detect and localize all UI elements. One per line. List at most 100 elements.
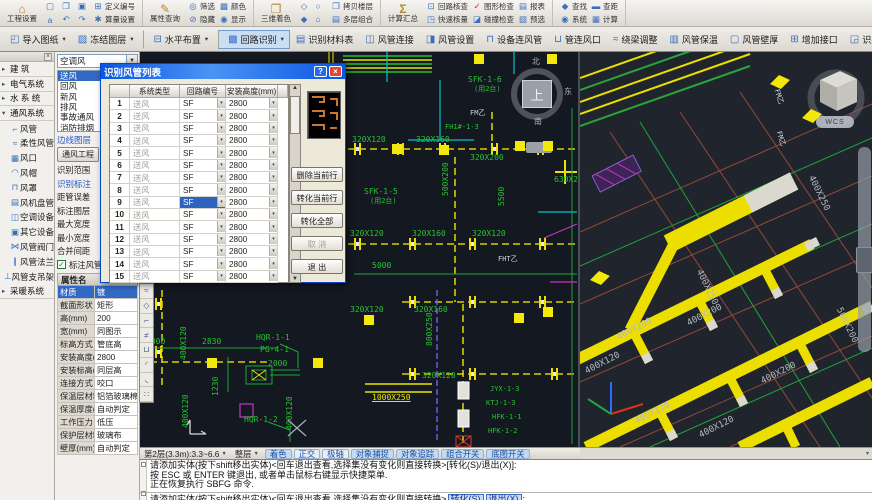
property-value[interactable]: 低压 [95,416,137,428]
dropdown-arrow-icon[interactable]: ▾ [281,35,284,43]
calc-summary-button[interactable]: Σ 计算汇总 [386,3,420,23]
ribbon-button[interactable]: ◳快速核量 [424,13,470,25]
ribbon-button[interactable]: ◉显示 [217,13,248,25]
circuit-code-cell[interactable]: SF▾ [180,147,226,159]
ribbon-button[interactable]: ◉系统 [558,13,589,25]
system-type-cell[interactable]: 送风 [130,271,180,283]
sidebar-tree-item[interactable]: ▣ 其它设备 [0,225,54,240]
combo-arrow-icon[interactable]: ▾ [217,160,225,170]
status-toggle-button[interactable]: 极轴 [322,449,349,459]
sidebar-tree-item[interactable]: ◫ 空调设备 [0,210,54,225]
status-toggle-button[interactable]: 底图开关 [486,449,529,459]
combo-arrow-icon[interactable]: ▾ [217,98,225,108]
dropdown-arrow-icon[interactable]: ▾ [130,35,133,43]
combo-arrow-icon[interactable]: ▾ [217,209,225,219]
shaded-3d-viewport[interactable]: WCS 400X200 400X200 400X200 400X120 400X… [580,52,872,447]
property-query-button[interactable]: ✎ 属性查询 [148,3,182,23]
shade-3d-button[interactable]: ❒ 三维着色 [259,3,293,23]
combo-arrow-icon[interactable]: ▾ [269,123,277,133]
sidebar-tree-item[interactable]: ▸ 建 筑 [0,62,54,77]
circuit-code-cell[interactable]: SF▾ [180,221,226,233]
combo-arrow-icon[interactable]: ▾ [269,271,277,281]
command-line-panel[interactable]: 请添加实体(按下shift移出实体)<回车退出查看,选择集没有变化则直接转换>[… [140,459,872,500]
status-toggle-button[interactable]: 着色 [265,449,292,459]
system-type-cell[interactable]: 送风 [130,147,180,159]
draw-tool-icon[interactable]: ≈ [140,284,153,299]
ribbon-button[interactable]: ▬查距 [589,0,620,12]
combo-arrow-icon[interactable]: ▾ [217,184,225,194]
combo-arrow-icon[interactable]: ▾ [217,147,225,157]
close-icon[interactable]: × [44,53,52,61]
system-type-cell[interactable]: 送风 [130,209,180,221]
property-row[interactable]: 宽(mm) 同图示 [57,325,138,338]
project-settings-button[interactable]: ⌂ 工程设置 [5,3,39,23]
circuit-code-cell[interactable]: SF▾ [180,209,226,221]
install-height-cell[interactable]: 2800▾ [226,271,278,283]
circuit-code-cell[interactable]: SF▾ [180,271,226,283]
install-height-cell[interactable]: 2800▾ [226,197,278,209]
duct-table-row[interactable]: 11 送风 SF▾ 2800▾ [110,221,288,233]
property-row[interactable]: 保护层材料 玻璃布 [57,429,138,442]
duct-table-row[interactable]: 13 送风 SF▾ 2800▾ [110,246,288,258]
duct-table-row[interactable]: 3 送风 SF▾ 2800▾ [110,123,288,135]
combo-arrow-icon[interactable]: ▾ [217,258,225,268]
system-type-cell[interactable]: 送风 [130,234,180,246]
ribbon-button[interactable]: ▧预选 [516,13,547,25]
sidebar-tree-item[interactable]: ▸ 水 系 统 [0,92,54,107]
duct-table-row[interactable]: 12 送风 SF▾ 2800▾ [110,234,288,246]
command-option-chip[interactable]: 转化(S) [448,494,484,500]
status-toggle-button[interactable]: 组合开关 [441,449,484,459]
layer-button[interactable]: 通风工程 [57,147,99,162]
combo-arrow-icon[interactable]: ▾ [217,246,225,256]
toolbar-button[interactable]: ⊞ 增加接口 ▾ [784,30,843,49]
dialog-button[interactable]: 取 消 [291,236,343,251]
scroll-down-icon[interactable]: ▼ [292,276,298,282]
combo-arrow-icon[interactable]: ▾ [269,135,277,145]
draw-tool-icon[interactable]: ◟ [140,373,153,388]
combo-arrow-icon[interactable]: ▾ [217,221,225,231]
combo-arrow-icon[interactable]: ▾ [217,172,225,182]
system-type-cell[interactable]: 送风 [130,184,180,196]
draw-tool-icon[interactable]: ≠ [140,328,153,343]
system-type-cell[interactable]: 送风 [130,197,180,209]
ribbon-button[interactable]: ▤多层组合 [329,13,375,25]
install-height-cell[interactable]: 2800▾ [226,234,278,246]
property-row[interactable]: 安装标高(m 同层高 [57,364,138,377]
circuit-code-cell[interactable]: SF▾ [180,184,226,196]
combo-arrow-icon[interactable]: ▾ [269,258,277,268]
system-type-cell[interactable]: 送风 [130,110,180,122]
ribbon-button[interactable]: ⊡回路核查 [424,0,470,12]
help-icon[interactable]: ? [314,66,327,77]
property-value[interactable]: 管底高 [95,338,137,350]
dropdown-arrow-icon[interactable]: ▾ [205,35,208,43]
duct-table-row[interactable]: 4 送风 SF▾ 2800▾ [110,135,288,147]
circuit-code-cell[interactable]: SF▾ [180,172,226,184]
property-row[interactable]: 标高方式 管底高 [57,338,138,351]
draw-tool-icon[interactable]: ⊔ [140,343,153,358]
property-row[interactable]: 连接方式 咬口 [57,377,138,390]
property-row[interactable]: 安装高度(m 2800 [57,351,138,364]
range-selector[interactable]: 整层▼ [231,448,263,460]
draw-tool-icon[interactable]: ⌐ [140,314,153,329]
install-height-cell[interactable]: 2800▾ [226,184,278,196]
scrollbar-thumb[interactable] [290,96,300,134]
sidebar-tree-item[interactable]: ⋈ 风管阀门 [0,240,54,255]
combo-arrow-icon[interactable]: ▾ [217,271,225,281]
ribbon-icon-button[interactable]: ◇ [297,0,311,12]
ribbon-button[interactable]: ✱算量设置 [91,14,137,26]
ribbon-button[interactable]: ⊘隐藏 [186,13,217,25]
combo-arrow-icon[interactable]: ▾ [217,234,225,244]
sidebar-tree-item[interactable]: ▦ 风口 [0,151,54,166]
property-row[interactable]: 材质 镀 [57,286,138,299]
sidebar-tree-item[interactable]: ▤ 风机盘管 [0,195,54,210]
status-toggle-button[interactable]: 对象捕捉 [351,449,394,459]
system-type-cell[interactable]: 送风 [130,98,180,110]
circuit-code-cell[interactable]: SF▾ [180,246,226,258]
install-height-cell[interactable]: 2800▾ [226,172,278,184]
duct-table-row[interactable]: 14 送风 SF▾ 2800▾ [110,258,288,270]
combo-arrow-icon[interactable]: ▾ [269,147,277,157]
property-value[interactable]: 镀 [95,286,137,298]
ribbon-icon-button[interactable]: ○ [311,0,325,12]
status-toggle-button[interactable]: 对象追踪 [396,449,439,459]
property-row[interactable]: 工作压力 低压 [57,416,138,429]
